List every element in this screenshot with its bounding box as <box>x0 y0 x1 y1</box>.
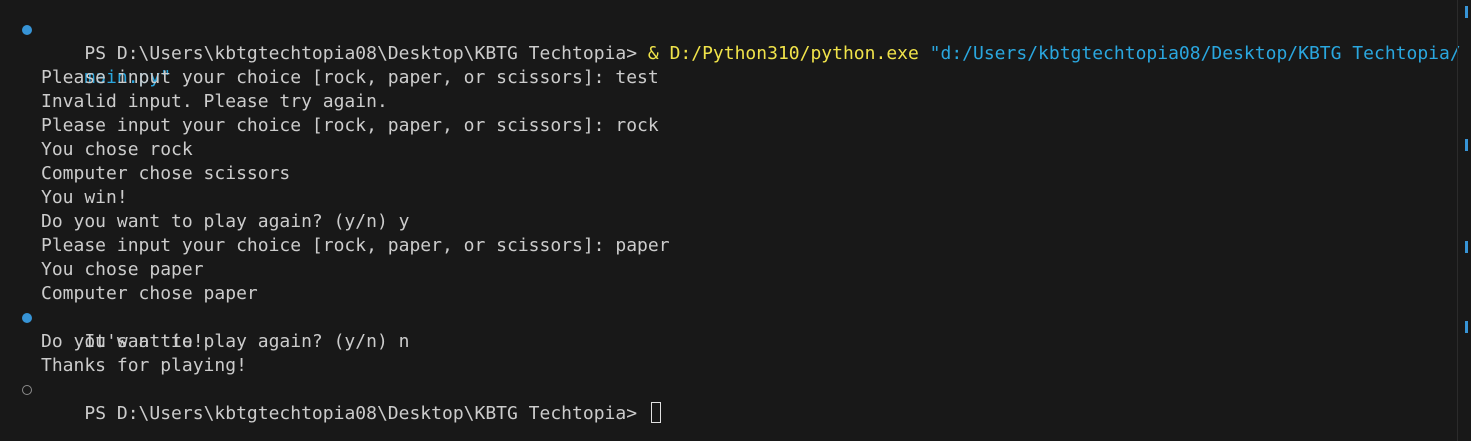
output-line: You chose rock <box>0 138 1471 162</box>
output-text: Do you want to play again? (y/n) y <box>41 211 410 232</box>
output-line: Please input your choice [rock, paper, o… <box>0 114 1471 138</box>
scrollbar-decoration-marker <box>1465 139 1468 151</box>
scrollbar-decoration-marker <box>1465 321 1468 333</box>
text-cursor <box>650 402 661 423</box>
terminal-panel[interactable]: PS D:\Users\kbtgtechtopia08\Desktop\KBTG… <box>0 0 1471 441</box>
output-text: Thanks for playing! <box>41 355 247 376</box>
scrollbar-decoration-marker <box>1465 6 1468 18</box>
output-line: Do you want to play again? (y/n) y <box>0 210 1471 234</box>
output-text: Please input your choice [rock, paper, o… <box>41 115 659 136</box>
output-text: Please input your choice [rock, paper, o… <box>41 67 659 88</box>
output-line: Please input your choice [rock, paper, o… <box>0 234 1471 258</box>
output-line: Computer chose paper <box>0 282 1471 306</box>
prompt-text: PS D:\Users\kbtgtechtopia08\Desktop\KBTG… <box>84 403 648 424</box>
output-line: Do you want to play again? (y/n) n <box>0 330 1471 354</box>
output-line: It's a tie! <box>0 306 1471 352</box>
output-text: Computer chose scissors <box>41 163 291 184</box>
output-text: Invalid input. Please try again. <box>41 91 388 112</box>
output-line: You chose paper <box>0 258 1471 282</box>
output-line: Computer chose scissors <box>0 162 1471 186</box>
output-line: Please input your choice [rock, paper, o… <box>0 66 1471 90</box>
command-success-icon[interactable] <box>22 25 32 35</box>
output-line: You win! <box>0 186 1471 210</box>
output-line: Thanks for playing! <box>0 354 1471 378</box>
output-text: You chose rock <box>41 139 193 160</box>
output-text: You chose paper <box>41 259 204 280</box>
command-line-wrap: main.py" <box>0 42 1471 88</box>
terminal-scrollbar[interactable] <box>1457 0 1471 441</box>
output-text: Computer chose paper <box>41 283 258 304</box>
output-text: You win! <box>41 187 128 208</box>
output-text: Please input your choice [rock, paper, o… <box>41 235 670 256</box>
command-line: PS D:\Users\kbtgtechtopia08\Desktop\KBTG… <box>0 18 1471 64</box>
output-line: Invalid input. Please try again. <box>0 90 1471 114</box>
command-success-icon[interactable] <box>22 313 32 323</box>
active-prompt-line[interactable]: PS D:\Users\kbtgtechtopia08\Desktop\KBTG… <box>0 378 1471 424</box>
output-text: Do you want to play again? (y/n) n <box>41 331 410 352</box>
scrollbar-decoration-marker <box>1465 241 1468 253</box>
command-pending-icon[interactable] <box>22 385 32 395</box>
